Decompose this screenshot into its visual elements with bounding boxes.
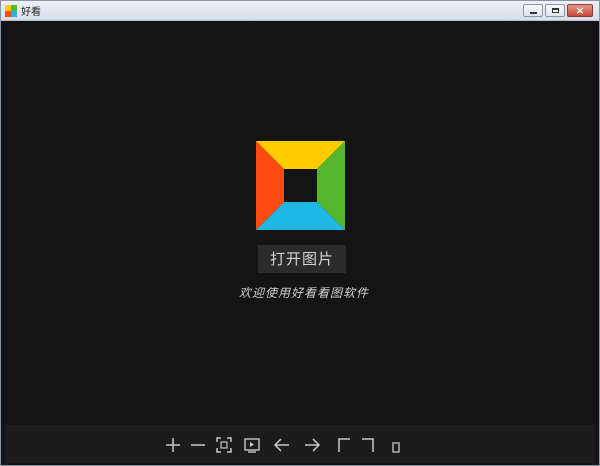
- welcome-message: 欢迎使用好看看图软件: [238, 286, 369, 300]
- app-logo-icon: [5, 4, 17, 17]
- rotate-left-icon: [338, 438, 350, 452]
- app-window: 好看 × 打开图片 欢迎使用好看看图软件: [0, 0, 600, 466]
- zoom-in-icon: [166, 438, 180, 452]
- rotate-left-button[interactable]: [333, 434, 355, 456]
- bottom-toolbar: [5, 425, 595, 463]
- haokan-logo: [256, 141, 345, 230]
- fit-window-icon: [216, 437, 232, 453]
- close-icon: ×: [575, 4, 585, 17]
- window-controls: ×: [523, 4, 593, 17]
- zoom-out-button[interactable]: [187, 434, 209, 456]
- open-image-button[interactable]: 打开图片: [258, 245, 346, 273]
- maximize-icon: [552, 8, 559, 13]
- close-button[interactable]: ×: [567, 4, 593, 17]
- slideshow-icon: [244, 438, 260, 453]
- title-bar[interactable]: 好看 ×: [1, 1, 599, 21]
- arrow-left-icon: [273, 438, 289, 452]
- rotate-right-button[interactable]: [357, 434, 379, 456]
- previous-image-button[interactable]: [271, 434, 293, 456]
- window-title: 好看: [21, 7, 41, 18]
- fit-window-button[interactable]: [213, 434, 235, 456]
- rotate-right-icon: [362, 438, 374, 452]
- minimize-icon: [530, 12, 537, 14]
- trash-icon: [392, 442, 400, 453]
- zoom-in-button[interactable]: [162, 434, 184, 456]
- slideshow-button[interactable]: [241, 434, 263, 456]
- minimize-button[interactable]: [523, 4, 543, 17]
- maximize-button[interactable]: [545, 4, 565, 17]
- delete-button[interactable]: [385, 434, 407, 456]
- arrow-right-icon: [305, 438, 321, 452]
- zoom-out-icon: [191, 444, 205, 446]
- next-image-button[interactable]: [301, 434, 323, 456]
- image-viewport[interactable]: 打开图片 欢迎使用好看看图软件: [5, 22, 595, 463]
